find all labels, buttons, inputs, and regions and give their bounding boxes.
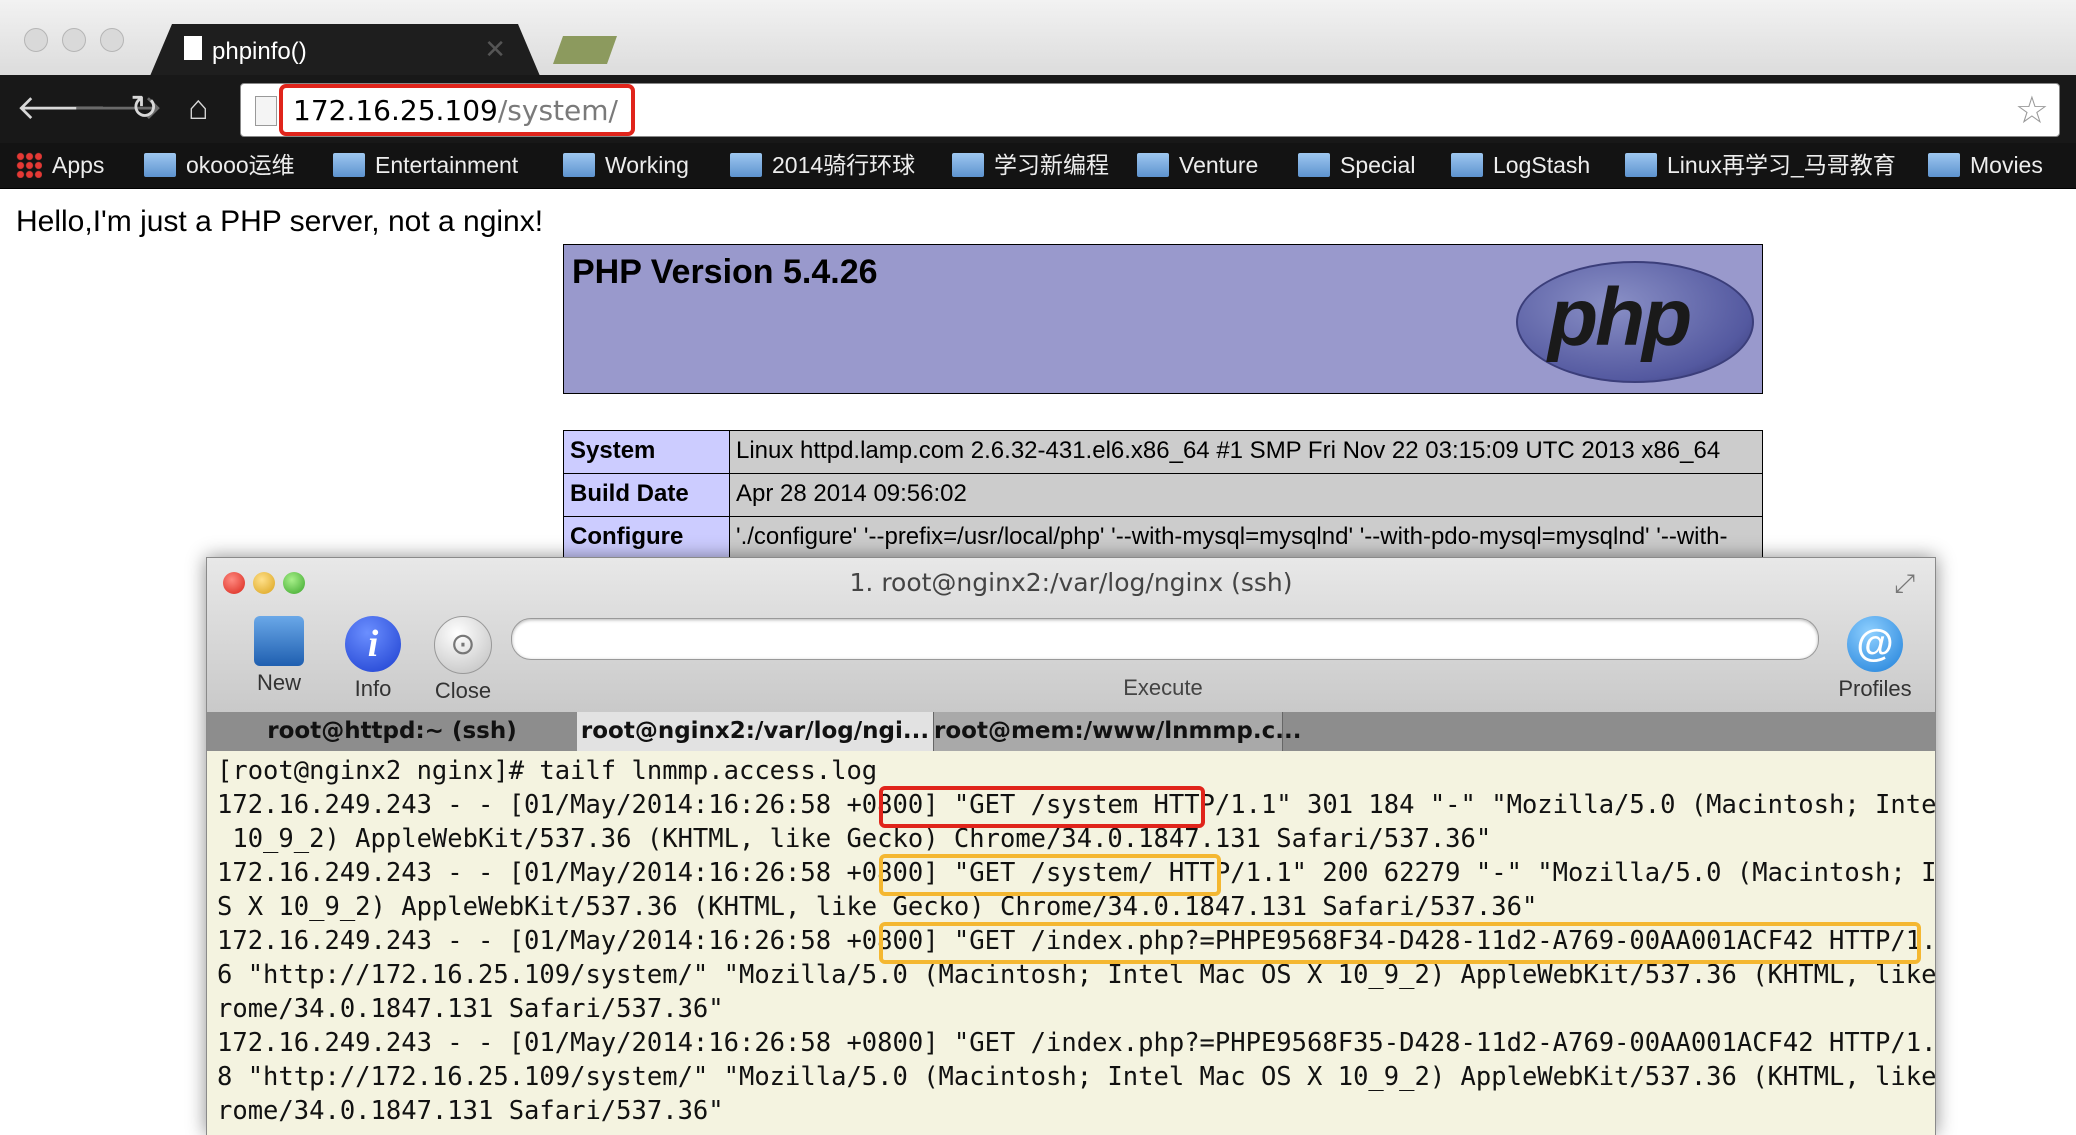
home-icon[interactable]: ⌂ bbox=[188, 91, 209, 125]
bookmark-folder[interactable]: Linux再学习_马哥教育 bbox=[1625, 150, 1896, 180]
terminal-line: 10_9_2) AppleWebKit/537.36 (KHTML, like … bbox=[217, 824, 1492, 854]
execute-label: Execute bbox=[1123, 675, 1203, 700]
folder-icon bbox=[333, 153, 365, 177]
table-row: Build Date Apr 28 2014 09:56:02 bbox=[563, 473, 1763, 517]
bookmark-folder[interactable]: Working bbox=[563, 150, 689, 180]
bookmark-label: Movies bbox=[1970, 152, 2043, 178]
close-window-button[interactable] bbox=[24, 28, 48, 52]
tab-title: phpinfo() bbox=[212, 38, 307, 65]
zoom-window-button[interactable] bbox=[100, 28, 124, 52]
table-row: System Linux httpd.lamp.com 2.6.32-431.el… bbox=[563, 430, 1763, 474]
folder-icon bbox=[952, 153, 984, 177]
profiles-label: Profiles bbox=[1838, 676, 1912, 701]
execute-input[interactable] bbox=[511, 618, 1819, 660]
bookmark-label: Linux再学习_马哥教育 bbox=[1667, 152, 1896, 178]
bookmark-folder[interactable]: 学习新编程 bbox=[952, 150, 1109, 180]
php-logo-text: php bbox=[1548, 272, 1692, 363]
folder-icon bbox=[1137, 153, 1169, 177]
tab-nginx2[interactable]: root@nginx2:/var/log/ngi... bbox=[577, 712, 934, 751]
tab-mem[interactable]: root@mem:/www/lnmmp.c... bbox=[934, 712, 1301, 751]
php-version-header: PHP Version 5.4.26 php bbox=[563, 244, 1763, 394]
php-logo: php bbox=[1516, 261, 1754, 383]
bookmark-label: 2014骑行环球 bbox=[772, 152, 916, 178]
terminal-window: 1. root@nginx2:/var/log/nginx (ssh) ⤢ Ne… bbox=[206, 557, 1936, 1135]
terminal-line: rome/34.0.1847.131 Safari/537.36" bbox=[217, 1096, 724, 1126]
bookmark-label: okooo运维 bbox=[186, 152, 295, 178]
hello-text: Hello,I'm just a PHP server, not a nginx… bbox=[16, 205, 544, 238]
row-value: './configure' '--prefix=/usr/local/php' … bbox=[729, 516, 1763, 560]
terminal-line: 172.16.249.243 - - [01/May/2014:16:26:58… bbox=[217, 1028, 1936, 1058]
folder-icon bbox=[730, 153, 762, 177]
bookmark-folder[interactable]: Movies bbox=[1928, 150, 2043, 180]
row-key: Configure bbox=[563, 516, 730, 560]
address-bar[interactable]: 172.16.25.109/system/ ☆ bbox=[240, 83, 2060, 137]
bookmark-label: 学习新编程 bbox=[994, 152, 1109, 178]
bookmark-label: Entertainment bbox=[375, 152, 519, 178]
bookmark-star-icon[interactable]: ☆ bbox=[2015, 88, 2049, 133]
table-row: Configure './configure' '--prefix=/usr/lo… bbox=[563, 516, 1763, 560]
browser-tab-phpinfo[interactable]: phpinfo() ✕ bbox=[150, 24, 540, 76]
bookmark-folder[interactable]: Entertainment bbox=[333, 150, 518, 180]
bookmark-folder[interactable]: Special bbox=[1298, 150, 1415, 180]
url-text[interactable]: 172.16.25.109/system/ bbox=[293, 94, 618, 127]
terminal-line: [root@nginx2 nginx]# tailf lnmmp.access.… bbox=[217, 756, 878, 786]
info-icon: i bbox=[345, 616, 401, 672]
phpinfo-table: System Linux httpd.lamp.com 2.6.32-431.el… bbox=[563, 430, 1763, 560]
folder-icon bbox=[1625, 153, 1657, 177]
close-session-icon: ⊙ bbox=[434, 616, 492, 674]
folder-icon bbox=[563, 153, 595, 177]
minimize-window-button[interactable] bbox=[62, 28, 86, 52]
apps-grid-icon bbox=[16, 152, 42, 178]
page-icon bbox=[255, 96, 277, 126]
bookmark-label: LogStash bbox=[1493, 152, 1591, 178]
profiles-button[interactable]: @ Profiles bbox=[1835, 616, 1915, 702]
folder-icon bbox=[1451, 153, 1483, 177]
row-key: System bbox=[563, 430, 730, 474]
new-terminal-icon bbox=[254, 616, 304, 666]
bookmark-label: Special bbox=[1340, 152, 1416, 178]
url-host: 172.16.25.109 bbox=[293, 94, 498, 127]
bookmark-label: Working bbox=[605, 152, 689, 178]
profiles-at-icon: @ bbox=[1847, 616, 1903, 672]
terminal-line: rome/34.0.1847.131 Safari/537.36" bbox=[217, 994, 724, 1024]
folder-icon bbox=[1928, 153, 1960, 177]
folder-icon bbox=[144, 153, 176, 177]
bookmark-folder[interactable]: 2014骑行环球 bbox=[730, 150, 915, 180]
terminal-output[interactable]: [root@nginx2 nginx]# tailf lnmmp.access.… bbox=[207, 751, 1935, 1135]
url-path: /system/ bbox=[497, 94, 618, 127]
highlight-get-system-200 bbox=[879, 854, 1221, 896]
new-tab-button[interactable] bbox=[553, 36, 617, 64]
bookmarks-bar: Apps okooo运维 Entertainment Working 2014骑… bbox=[0, 143, 2076, 189]
browser-toolbar: 🡐 🡒 ↻ ⌂ 172.16.25.109/system/ ☆ bbox=[0, 75, 2076, 143]
bookmark-folder[interactable]: LogStash bbox=[1451, 150, 1590, 180]
terminal-titlebar: 1. root@nginx2:/var/log/nginx (ssh) ⤢ Ne… bbox=[207, 558, 1935, 712]
document-icon bbox=[184, 36, 202, 60]
reload-icon[interactable]: ↻ bbox=[130, 91, 159, 125]
tab-httpd[interactable]: root@httpd:~ (ssh) bbox=[207, 712, 578, 751]
folder-icon bbox=[1298, 153, 1330, 177]
row-value: Apr 28 2014 09:56:02 bbox=[729, 473, 1763, 517]
terminal-line: 8 "http://172.16.25.109/system/" "Mozill… bbox=[217, 1062, 1936, 1092]
highlight-get-system-301 bbox=[879, 786, 1205, 828]
terminal-tabs: root@httpd:~ (ssh) root@nginx2:/var/log/… bbox=[207, 712, 1935, 751]
row-key: Build Date bbox=[563, 473, 730, 517]
browser-titlebar: phpinfo() ✕ bbox=[0, 0, 2076, 75]
bookmark-apps[interactable]: Apps bbox=[16, 150, 104, 180]
bookmark-label: Apps bbox=[52, 152, 105, 178]
terminal-line: S X 10_9_2) AppleWebKit/537.36 (KHTML, l… bbox=[217, 892, 1538, 922]
bookmark-label: Venture bbox=[1179, 152, 1259, 178]
row-value: Linux httpd.lamp.com 2.6.32-431.el6.x86_… bbox=[729, 430, 1763, 474]
bookmark-folder[interactable]: okooo运维 bbox=[144, 150, 295, 180]
fullscreen-icon[interactable]: ⤢ bbox=[1894, 568, 1915, 600]
close-tab-icon[interactable]: ✕ bbox=[484, 34, 506, 65]
highlight-get-index-php bbox=[879, 922, 1921, 964]
terminal-title: 1. root@nginx2:/var/log/nginx (ssh) bbox=[849, 568, 1293, 597]
bookmark-folder[interactable]: Venture bbox=[1137, 150, 1258, 180]
php-version-title: PHP Version 5.4.26 bbox=[572, 253, 878, 291]
